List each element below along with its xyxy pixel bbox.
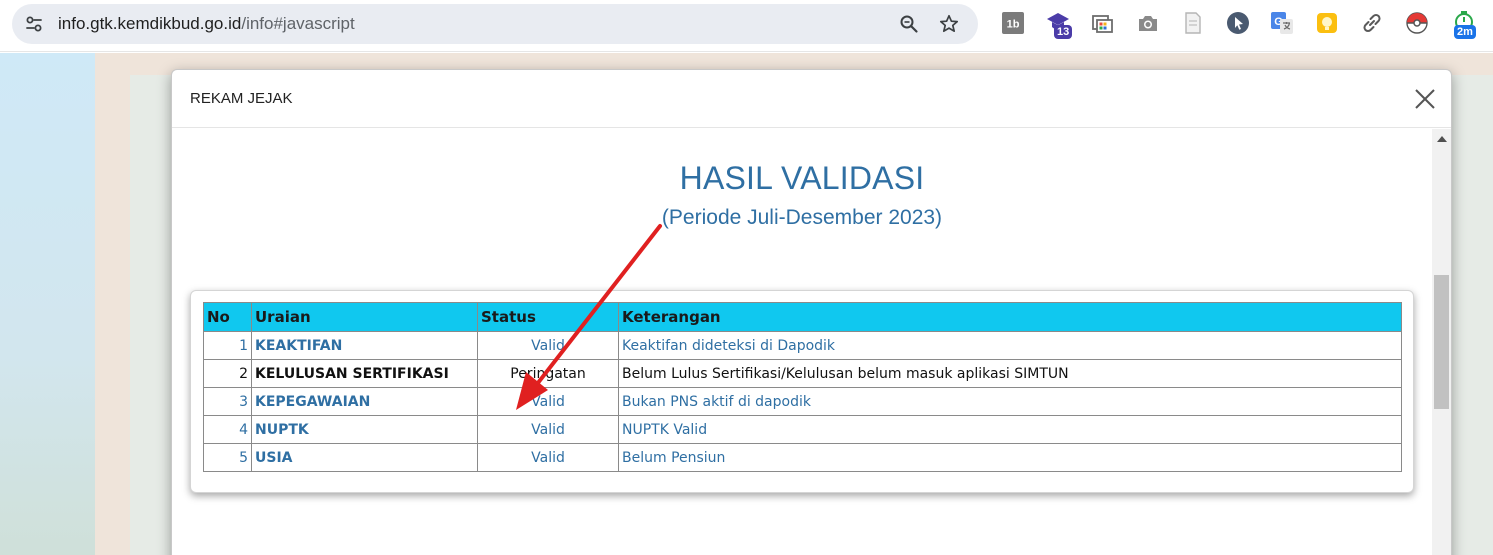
row-no: 1 bbox=[203, 331, 252, 360]
graduation-cap-extension[interactable]: 13 bbox=[1046, 11, 1076, 43]
modal-scrollbar[interactable] bbox=[1432, 129, 1451, 555]
scroll-thumb[interactable] bbox=[1434, 275, 1449, 409]
column-header-no: No bbox=[203, 302, 252, 332]
zoom-icon[interactable] bbox=[899, 14, 919, 34]
screen-capture-extension-icon[interactable] bbox=[1091, 11, 1115, 35]
browser-toolbar: info.gtk.kemdikbud.go.id/info#javascript… bbox=[0, 0, 1493, 52]
row-status: Valid bbox=[477, 331, 619, 360]
scroll-up-arrow-icon[interactable] bbox=[1437, 136, 1447, 142]
timer-badge: 2m bbox=[1454, 25, 1476, 39]
table-row: 3 KEPEGAWAIAN Valid Bukan PNS aktif di d… bbox=[203, 387, 1402, 416]
timer-extension[interactable]: 2m bbox=[1452, 9, 1484, 43]
column-header-keterangan: Keterangan bbox=[618, 302, 1402, 332]
yellow-note-extension-icon[interactable] bbox=[1315, 11, 1339, 35]
pokeball-extension-icon[interactable] bbox=[1405, 11, 1429, 35]
row-uraian: NUPTK bbox=[251, 415, 478, 444]
camera-extension-icon[interactable] bbox=[1136, 11, 1160, 35]
row-uraian: KEAKTIFAN bbox=[251, 331, 478, 360]
row-status: Valid bbox=[477, 443, 619, 472]
period-subheading: (Periode Juli-Desember 2023) bbox=[661, 206, 943, 229]
modal-title: REKAM JEJAK bbox=[190, 90, 293, 107]
table-row: 1 KEAKTIFAN Valid Keaktifan dideteksi di… bbox=[203, 331, 1402, 360]
page-heading: HASIL VALIDASI bbox=[679, 160, 925, 196]
row-keterangan: Keaktifan dideteksi di Dapodik bbox=[618, 331, 1402, 360]
row-keterangan: Belum Pensiun bbox=[618, 443, 1402, 472]
row-status: Valid bbox=[477, 415, 619, 444]
row-uraian: KEPEGAWAIAN bbox=[251, 387, 478, 416]
rekam-jejak-modal: REKAM JEJAK HASIL VALIDASI (Periode Juli… bbox=[171, 69, 1452, 555]
1b-extension-icon[interactable]: 1b bbox=[1001, 11, 1025, 35]
row-no: 3 bbox=[203, 387, 252, 416]
row-keterangan: Belum Lulus Sertifikasi/Kelulusan belum … bbox=[618, 359, 1402, 388]
row-status: Peringatan bbox=[477, 359, 619, 388]
google-translate-extension-icon[interactable]: G bbox=[1270, 11, 1294, 35]
column-header-uraian: Uraian bbox=[251, 302, 478, 332]
1b-extension-label: 1b bbox=[1007, 19, 1020, 31]
table-header-row: No Uraian Status Keterangan bbox=[203, 302, 1402, 332]
table-row: 2 KELULUSAN SERTIFIKASI Peringatan Belum… bbox=[203, 359, 1402, 388]
row-keterangan: Bukan PNS aktif di dapodik bbox=[618, 387, 1402, 416]
table-row: 5 USIA Valid Belum Pensiun bbox=[203, 443, 1402, 472]
url-path: /info#javascript bbox=[241, 14, 355, 33]
url-text[interactable]: info.gtk.kemdikbud.go.id/info#javascript bbox=[58, 14, 355, 34]
page-background-left bbox=[0, 53, 95, 555]
url-host: info.gtk.kemdikbud.go.id bbox=[58, 14, 242, 33]
row-no: 5 bbox=[203, 443, 252, 472]
document-extension-icon[interactable] bbox=[1181, 11, 1205, 35]
validation-table: No Uraian Status Keterangan 1 KEAKTIFAN … bbox=[203, 302, 1402, 472]
graduation-cap-badge: 13 bbox=[1054, 25, 1073, 39]
close-icon[interactable] bbox=[1412, 86, 1438, 112]
bookmark-star-icon[interactable] bbox=[939, 14, 959, 34]
row-no: 2 bbox=[203, 359, 252, 388]
row-no: 4 bbox=[203, 415, 252, 444]
column-header-status: Status bbox=[477, 302, 619, 332]
link-extension-icon[interactable] bbox=[1360, 11, 1384, 35]
validation-card: No Uraian Status Keterangan 1 KEAKTIFAN … bbox=[190, 290, 1414, 493]
row-uraian: KELULUSAN SERTIFIKASI bbox=[251, 359, 478, 388]
site-settings-icon[interactable] bbox=[24, 14, 44, 34]
row-status: Valid bbox=[477, 387, 619, 416]
address-bar[interactable]: info.gtk.kemdikbud.go.id/info#javascript bbox=[12, 4, 978, 44]
table-row: 4 NUPTK Valid NUPTK Valid bbox=[203, 415, 1402, 444]
row-keterangan: NUPTK Valid bbox=[618, 415, 1402, 444]
row-uraian: USIA bbox=[251, 443, 478, 472]
modal-header: REKAM JEJAK bbox=[172, 70, 1451, 128]
cursor-extension-icon[interactable] bbox=[1226, 11, 1250, 35]
